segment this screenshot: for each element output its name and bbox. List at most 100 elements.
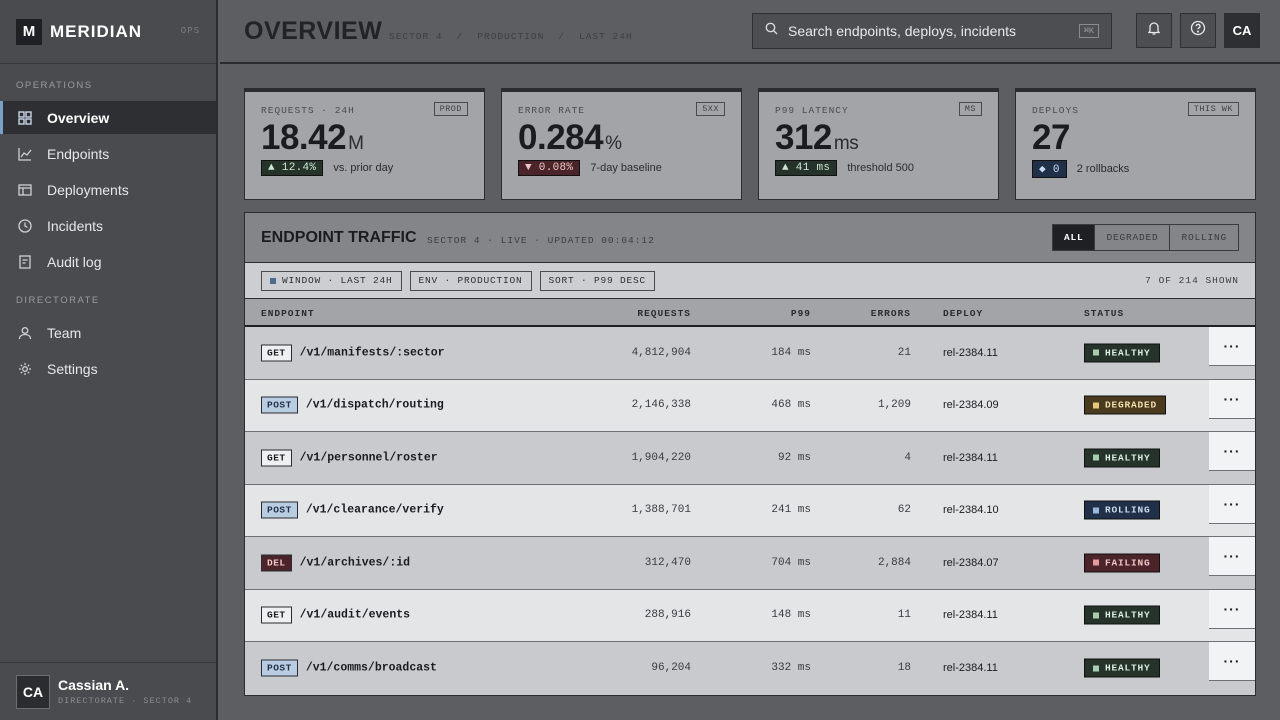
- row-menu-button[interactable]: ···: [1209, 589, 1255, 629]
- more-icon: ···: [1223, 600, 1241, 617]
- avatar: CA: [16, 674, 50, 709]
- errors-value: 1,209: [877, 399, 911, 412]
- col-deploy[interactable]: DEPLOY: [943, 308, 983, 319]
- endpoint-path[interactable]: /v1/dispatch/routing: [306, 399, 444, 412]
- table-row[interactable]: GET/v1/manifests/:sector 4,812,904 184 ms 2…: [245, 327, 1255, 380]
- method-badge: GET: [261, 449, 292, 467]
- sidebar-item-deployments[interactable]: Deployments: [0, 173, 216, 206]
- account-button[interactable]: CA: [1224, 13, 1260, 48]
- filter-all[interactable]: ALL: [1052, 225, 1095, 250]
- gear-icon: [18, 362, 32, 376]
- help-icon: [1190, 20, 1206, 41]
- p99-value: 704 ms: [771, 556, 811, 569]
- endpoint-path[interactable]: /v1/personnel/roster: [300, 451, 438, 464]
- breadcrumb-separator: /: [456, 31, 464, 42]
- table-row[interactable]: DEL/v1/archives/:id 312,470 704 ms 2,884 rel…: [245, 537, 1255, 590]
- requests-value: 312,470: [644, 556, 691, 569]
- filter-rolling[interactable]: ROLLING: [1169, 225, 1238, 250]
- col-endpoint[interactable]: ENDPOINT: [261, 308, 315, 319]
- deploy-value[interactable]: rel-2384.11: [943, 452, 998, 464]
- header: OVERVIEW SECTOR 4 / PRODUCTION / LAST 24…: [220, 0, 1280, 64]
- sidebar-item-endpoints[interactable]: Endpoints: [0, 137, 216, 170]
- user-role: DIRECTORATE · SECTOR 4: [58, 696, 193, 706]
- breadcrumb-item[interactable]: LAST 24H: [579, 31, 633, 42]
- row-menu-button[interactable]: ···: [1209, 537, 1255, 576]
- endpoint-path[interactable]: /v1/audit/events: [300, 609, 410, 622]
- method-badge: GET: [261, 606, 292, 624]
- brand-name[interactable]: MERIDIAN: [50, 22, 142, 42]
- kpi-value-wrap: 18.42 M: [261, 118, 468, 158]
- deploy-value[interactable]: rel-2384.09: [943, 399, 999, 411]
- p99-value: 92 ms: [777, 451, 811, 464]
- col-errors[interactable]: ERRORS: [871, 308, 911, 319]
- nav-section-directorate: DIRECTORATE: [16, 295, 100, 306]
- row-menu-button[interactable]: ···: [1209, 379, 1255, 419]
- status-badge: DEGRADED: [1084, 395, 1167, 415]
- endpoint-path[interactable]: /v1/clearance/verify: [306, 504, 444, 517]
- status-label: HEALTHY: [1105, 609, 1151, 621]
- errors-value: 2,884: [877, 556, 911, 569]
- errors-value: 62: [897, 504, 911, 517]
- chip-env[interactable]: ENV · PRODUCTION: [409, 270, 532, 291]
- sidebar-item-team[interactable]: Team: [0, 316, 216, 349]
- status-dot-icon: [1093, 559, 1099, 566]
- search-input[interactable]: Search endpoints, deploys, incidents ⌘K: [752, 13, 1112, 49]
- table-row[interactable]: POST/v1/comms/broadcast 96,204 332 ms 18 rel…: [245, 642, 1255, 695]
- deploy-value[interactable]: rel-2384.07: [943, 557, 999, 569]
- deploy-value[interactable]: rel-2384.11: [943, 609, 998, 621]
- breadcrumb-item[interactable]: SECTOR 4: [389, 31, 443, 42]
- search-icon: [765, 22, 778, 40]
- row-menu-button[interactable]: ···: [1209, 432, 1255, 471]
- table-row[interactable]: GET/v1/audit/events 288,916 148 ms 11 rel-23…: [245, 589, 1255, 642]
- deploy-value[interactable]: rel-2384.11: [943, 662, 998, 674]
- status-label: ROLLING: [1105, 504, 1151, 516]
- kpi-label: ERROR RATE: [518, 105, 586, 116]
- row-menu-button[interactable]: ···: [1209, 642, 1255, 681]
- status-badge: HEALTHY: [1084, 343, 1160, 363]
- breadcrumb-separator: /: [558, 31, 566, 42]
- sidebar-item-overview[interactable]: Overview: [0, 101, 216, 134]
- help-button[interactable]: [1180, 13, 1216, 48]
- table-row[interactable]: POST/v1/dispatch/routing 2,146,338 468 ms 1…: [245, 379, 1255, 432]
- endpoint-traffic-panel: ENDPOINT TRAFFIC SECTOR 4 · LIVE · UPDAT…: [244, 212, 1256, 696]
- status-badge: FAILING: [1084, 553, 1160, 573]
- kpi-delta: ▲ 12.4%: [261, 160, 324, 176]
- row-menu-button[interactable]: ···: [1209, 327, 1255, 366]
- sidebar-item-settings[interactable]: Settings: [0, 352, 216, 385]
- brand-logo[interactable]: M: [16, 18, 42, 45]
- requests-value: 288,916: [644, 609, 691, 622]
- endpoint-path[interactable]: /v1/comms/broadcast: [306, 662, 437, 675]
- endpoint-path[interactable]: /v1/manifests/:sector: [300, 346, 445, 359]
- status-badge: HEALTHY: [1084, 605, 1160, 625]
- notifications-button[interactable]: [1136, 13, 1172, 48]
- row-menu-button[interactable]: ···: [1209, 484, 1255, 524]
- status-badge: HEALTHY: [1084, 658, 1160, 678]
- p99-value: 148 ms: [771, 609, 811, 622]
- status-dot-icon: [1093, 612, 1099, 619]
- status-label: HEALTHY: [1105, 452, 1151, 464]
- breadcrumb-item[interactable]: PRODUCTION: [477, 31, 544, 42]
- endpoint-cell: POST/v1/dispatch/routing: [261, 396, 444, 414]
- user-profile[interactable]: CA Cassian A. DIRECTORATE · SECTOR 4: [0, 662, 216, 720]
- more-icon: ···: [1223, 390, 1241, 407]
- deploy-value[interactable]: rel-2384.11: [943, 347, 998, 359]
- table-row[interactable]: GET/v1/personnel/roster 1,904,220 92 ms 4 re…: [245, 432, 1255, 485]
- chip-window[interactable]: WINDOW · LAST 24H: [261, 270, 402, 291]
- status-dot-icon: [1093, 454, 1099, 461]
- endpoint-path[interactable]: /v1/archives/:id: [300, 556, 410, 569]
- deploy-value[interactable]: rel-2384.10: [943, 504, 999, 516]
- method-badge: POST: [261, 659, 298, 677]
- kpi-delta: ▼ 0.08%: [518, 160, 581, 176]
- col-p99[interactable]: P99: [791, 308, 811, 319]
- endpoint-cell: GET/v1/manifests/:sector: [261, 344, 445, 362]
- table-row[interactable]: POST/v1/clearance/verify 1,388,701 241 ms 6…: [245, 484, 1255, 537]
- chip-sort[interactable]: SORT · P99 DESC: [539, 270, 656, 291]
- table-header: ENDPOINT REQUESTS P99 ERRORS DEPLOY STAT…: [245, 299, 1255, 327]
- col-requests[interactable]: REQUESTS: [637, 308, 691, 319]
- sidebar-item-audit-log[interactable]: Audit log: [0, 245, 216, 278]
- method-badge: DEL: [261, 554, 292, 572]
- sidebar-item-incidents[interactable]: Incidents: [0, 209, 216, 242]
- filter-degraded[interactable]: DEGRADED: [1094, 225, 1169, 250]
- more-icon: ···: [1223, 443, 1241, 459]
- col-status[interactable]: STATUS: [1084, 308, 1124, 319]
